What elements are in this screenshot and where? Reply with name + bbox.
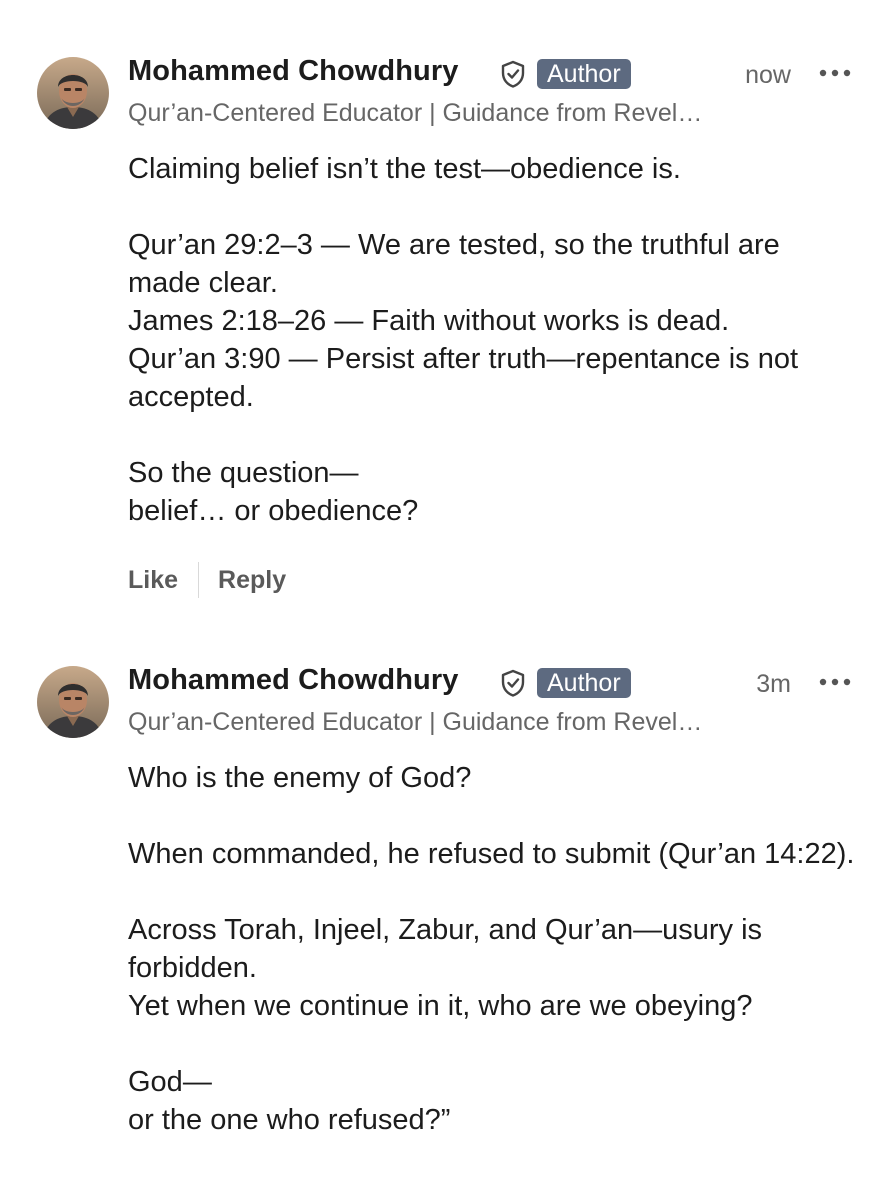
comment-text-line: So the question— [128,457,359,489]
timestamp: now [745,61,791,89]
comment-text-line: When commanded, he refused to submit (Qu… [128,838,855,870]
comment-text-line: Qur’an 29:2–3 — We are tested, so the tr… [128,229,780,299]
author-name[interactable]: Mohammed Chowdhury [128,55,458,88]
comment-text-line: belief… or obedience? [128,495,419,527]
avatar[interactable] [37,57,109,129]
verified-shield-icon [501,60,525,88]
verified-shield-icon [501,669,525,697]
comment-text-line: Claiming belief isn’t the test—obedience… [128,153,681,185]
comment-body: Claiming belief isn’t the test—obedience… [128,150,858,530]
timestamp: 3m [756,670,791,698]
avatar-photo [37,666,109,738]
comment-text-line: Yet when we continue in it, who are we o… [128,990,753,1022]
comment-actions: Like Reply [128,562,286,598]
comment-body: Who is the enemy of God? When commanded,… [128,759,858,1139]
author-name[interactable]: Mohammed Chowdhury [128,664,458,697]
reply-button[interactable]: Reply [218,566,286,595]
more-options-icon[interactable] [818,63,852,83]
comment-text-line: God— [128,1066,212,1098]
avatar[interactable] [37,666,109,738]
comment-text-line: Qur’an 3:90 — Persist after truth—repent… [128,343,799,413]
comment-text-line: Across Torah, Injeel, Zabur, and Qur’an—… [128,914,763,984]
avatar-photo [37,57,109,129]
author-badge: Author [537,59,631,89]
like-button[interactable]: Like [128,566,178,595]
author-headline: Qur’an-Centered Educator | Guidance from… [128,99,703,127]
comment-text-line: James 2:18–26 — Faith without works is d… [128,305,730,337]
action-divider [198,562,200,598]
author-headline: Qur’an-Centered Educator | Guidance from… [128,708,703,736]
more-options-icon[interactable] [818,672,852,692]
author-badge: Author [537,668,631,698]
comment-text-line: Who is the enemy of God? [128,762,472,794]
comment-text-line: or the one who refused?” [128,1104,451,1136]
